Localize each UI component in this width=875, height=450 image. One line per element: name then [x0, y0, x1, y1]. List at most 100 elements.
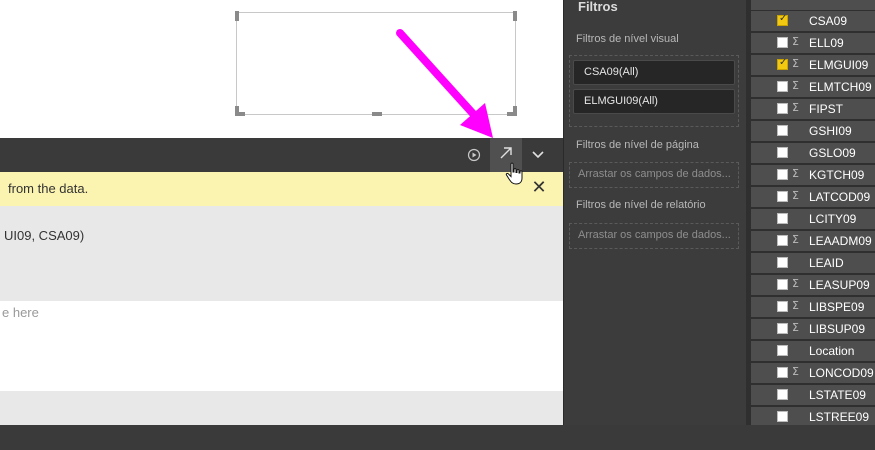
field-name: LEAID — [809, 256, 844, 270]
field-name: LSTATE09 — [809, 388, 866, 402]
field-name: GSLO09 — [809, 146, 856, 160]
field-name: LSTREE09 — [809, 410, 870, 424]
field-checkbox[interactable] — [777, 213, 788, 224]
field-row[interactable]: Σ KGTCH09 — [751, 165, 875, 186]
field-checkbox[interactable] — [777, 147, 788, 158]
filter-card-csa09[interactable]: CSA09(All) — [573, 60, 735, 85]
field-name: ELMTCH09 — [809, 80, 872, 94]
field-checkbox[interactable] — [777, 235, 788, 246]
sigma-icon: Σ — [792, 167, 799, 180]
field-name: LCITY09 — [809, 212, 857, 226]
field-row[interactable]: Σ LONCOD09 — [751, 363, 875, 384]
fields-pane: CSA09 Σ ELL09 Σ ELMGUI09 Σ ELMTCH09 Σ FIPST GSHI0… — [746, 0, 875, 425]
field-checkbox[interactable] — [777, 37, 788, 48]
sigma-icon: Σ — [792, 233, 799, 246]
script-code-area[interactable]: UI09, CSA09) — [0, 206, 563, 301]
resize-handle[interactable] — [513, 106, 517, 116]
field-row[interactable]: LCITY09 — [751, 209, 875, 230]
script-editor-input[interactable]: e here — [0, 301, 563, 391]
field-name: ELL09 — [809, 36, 844, 50]
sigma-icon: Σ — [792, 57, 799, 70]
field-name: LATCOD09 — [809, 190, 871, 204]
field-row[interactable]: Σ LEAADM09 — [751, 231, 875, 252]
page-level-filters-drop-zone[interactable]: Arrastar os campos de dados... — [569, 162, 739, 188]
sigma-icon: Σ — [792, 321, 799, 334]
annotation-arrow — [396, 29, 493, 138]
field-name: LONCOD09 — [809, 366, 874, 380]
collapse-button[interactable] — [522, 138, 554, 172]
field-row[interactable]: Σ ELMGUI09 — [751, 55, 875, 76]
field-checkbox[interactable] — [777, 81, 788, 92]
editor-footer — [0, 391, 563, 425]
field-checkbox[interactable] — [777, 389, 788, 400]
sigma-icon: Σ — [792, 101, 799, 114]
resize-handle[interactable] — [513, 11, 517, 21]
field-row[interactable]: LSTREE09 — [751, 407, 875, 425]
field-row[interactable]: Σ FIPST — [751, 99, 875, 120]
field-name: LEAADM09 — [809, 234, 872, 248]
field-checkbox[interactable] — [777, 301, 788, 312]
field-row[interactable]: Σ LATCOD09 — [751, 187, 875, 208]
status-bar — [0, 425, 875, 450]
sigma-icon: Σ — [792, 35, 799, 48]
field-row[interactable]: GSHI09 — [751, 121, 875, 142]
field-checkbox[interactable] — [777, 345, 788, 356]
field-name: LEASUP09 — [809, 278, 870, 292]
page-drop-text: Arrastar os campos de dados... — [578, 168, 731, 180]
field-checkbox[interactable] — [777, 125, 788, 136]
filter-card-elmgui09[interactable]: ELMGUI09(All) — [573, 89, 735, 114]
sigma-icon: Σ — [792, 189, 799, 202]
field-row[interactable]: Σ LEASUP09 — [751, 275, 875, 296]
filters-title: Filtros — [578, 0, 618, 14]
visual-level-filters-label: Filtros de nível visual — [576, 33, 679, 45]
field-row[interactable]: Σ ELL09 — [751, 33, 875, 54]
field-name: ELMGUI09 — [809, 58, 869, 72]
field-checkbox[interactable] — [777, 57, 788, 70]
field-row[interactable]: CSA09 — [751, 11, 875, 32]
field-name: KGTCH09 — [809, 168, 865, 182]
sigma-icon: Σ — [792, 277, 799, 290]
field-name: FIPST — [809, 102, 844, 116]
resize-handle[interactable] — [372, 112, 382, 116]
field-row[interactable]: LSTATE09 — [751, 385, 875, 406]
script-code-text: UI09, CSA09) — [4, 228, 85, 243]
hand-cursor-icon — [505, 162, 523, 185]
close-icon[interactable]: ✕ — [528, 177, 550, 199]
resize-handle[interactable] — [235, 11, 239, 21]
field-checkbox[interactable] — [777, 169, 788, 180]
script-editor-placeholder: e here — [2, 305, 39, 320]
field-checkbox[interactable] — [777, 191, 788, 202]
sigma-icon: Σ — [792, 365, 799, 378]
field-row[interactable]: Location — [751, 341, 875, 362]
field-checkbox[interactable] — [777, 103, 788, 114]
field-row[interactable]: GSLO09 — [751, 143, 875, 164]
field-row[interactable]: LEAID — [751, 253, 875, 274]
field-checkbox[interactable] — [777, 13, 788, 26]
field-row[interactable]: Σ LIBSPE09 — [751, 297, 875, 318]
field-name: Location — [809, 344, 855, 358]
sigma-icon: Σ — [792, 299, 799, 312]
visual-level-filters-well[interactable]: CSA09(All) ELMGUI09(All) — [569, 55, 739, 127]
warning-text: from the data. — [8, 181, 89, 196]
field-name: LIBSPE09 — [809, 300, 865, 314]
resize-handle[interactable] — [235, 106, 239, 116]
field-name: CSA09 — [809, 14, 848, 28]
chevron-down-icon — [531, 146, 545, 164]
warning-banner: from the data. ✕ — [0, 172, 563, 206]
field-row-partial — [751, 0, 875, 11]
report-drop-text: Arrastar os campos de dados... — [578, 229, 731, 241]
field-row[interactable]: Σ ELMTCH09 — [751, 77, 875, 98]
field-row[interactable]: Σ LIBSUP09 — [751, 319, 875, 340]
report-level-filters-label: Filtros de nível de relatório — [576, 199, 706, 211]
field-checkbox[interactable] — [777, 411, 788, 422]
field-checkbox[interactable] — [777, 367, 788, 378]
field-checkbox[interactable] — [777, 279, 788, 290]
field-checkbox[interactable] — [777, 323, 788, 334]
page-level-filters-label: Filtros de nível de página — [576, 139, 699, 151]
sigma-icon: Σ — [792, 79, 799, 92]
field-name: LIBSUP09 — [809, 322, 866, 336]
filters-pane: Filtros Filtros de nível visual CSA09(Al… — [563, 0, 746, 425]
field-name: GSHI09 — [809, 124, 852, 138]
report-level-filters-drop-zone[interactable]: Arrastar os campos de dados... — [569, 223, 739, 249]
field-checkbox[interactable] — [777, 257, 788, 268]
